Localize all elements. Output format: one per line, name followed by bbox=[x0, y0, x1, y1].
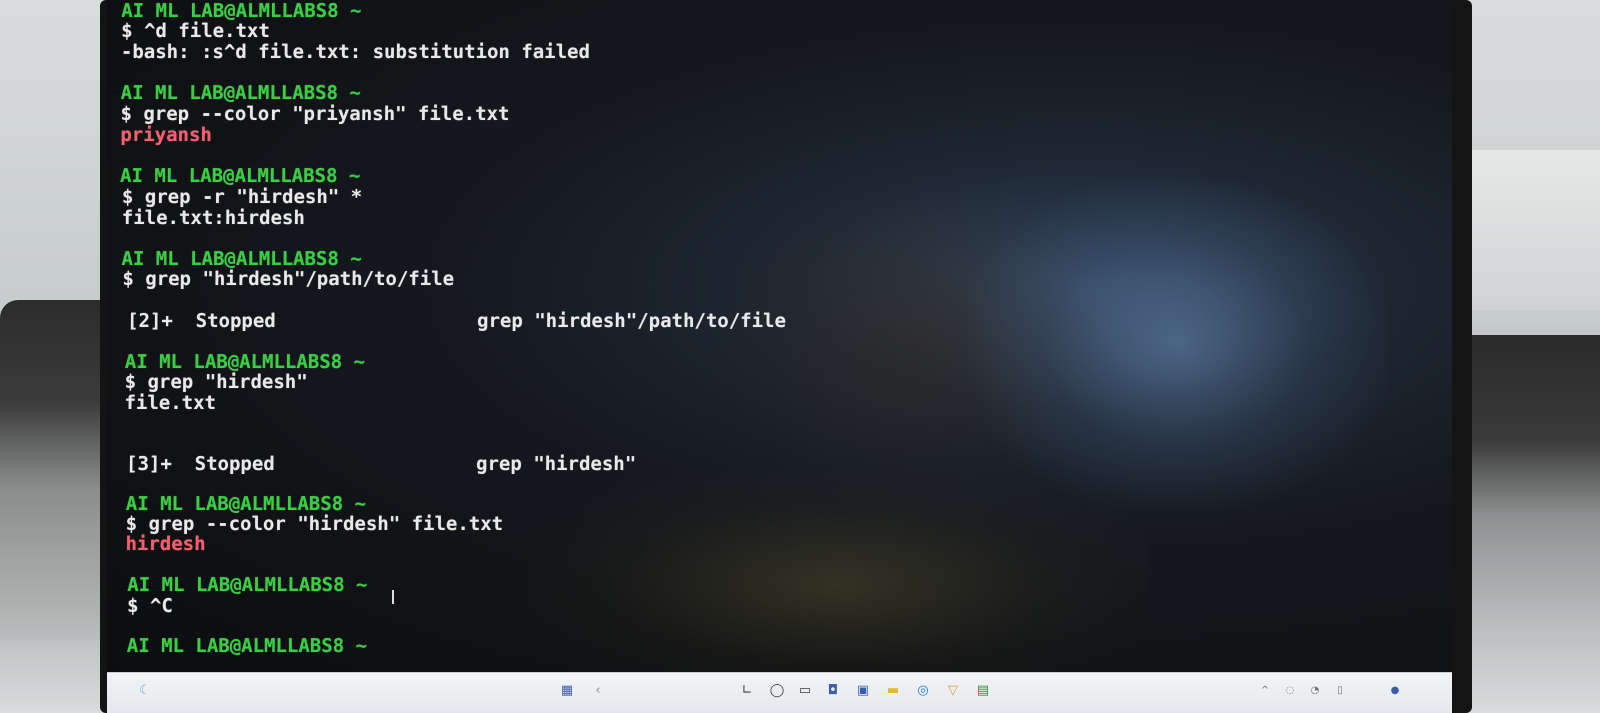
command-line: $ grep "hirdesh"/path/to/file bbox=[122, 268, 455, 290]
prompt-line: AI ML LAB@ALMLLABS8 ~ bbox=[120, 165, 361, 187]
notification-icon[interactable]: ● bbox=[1387, 683, 1403, 699]
prompt-line: AI ML LAB@ALMLLABS8 ~ bbox=[124, 351, 366, 373]
app-icon[interactable]: ▽ bbox=[945, 683, 961, 699]
chevron-left-icon[interactable]: ‹ bbox=[590, 683, 606, 699]
output-line: file.txt:hirdesh bbox=[121, 207, 305, 229]
background-chair-left bbox=[0, 300, 115, 640]
store-icon[interactable]: ◘ bbox=[825, 683, 841, 699]
command-line: $ ^d file.txt bbox=[121, 20, 270, 42]
start-icon[interactable]: ▦ bbox=[559, 683, 575, 699]
match-output-line: hirdesh bbox=[125, 533, 206, 555]
network-icon[interactable]: ◌ bbox=[1282, 683, 1298, 699]
command-line: $ grep --color "hirdesh" file.txt bbox=[125, 513, 504, 535]
task-view-icon[interactable]: ▭ bbox=[797, 683, 813, 699]
command-line: $ grep --color "priyansh" file.txt bbox=[120, 103, 510, 125]
prompt-line: AI ML LAB@ALMLLABS8 ~ bbox=[127, 574, 368, 596]
file-explorer-icon[interactable]: ▬ bbox=[885, 683, 901, 699]
command-line: $ grep "hirdesh" bbox=[124, 371, 308, 393]
background-table bbox=[1470, 150, 1600, 310]
search-icon[interactable]: ∟ bbox=[739, 683, 755, 699]
widgets-icon[interactable]: ▣ bbox=[855, 683, 871, 699]
prompt-line: AI ML LAB@ALMLLABS8 ~ bbox=[126, 635, 368, 657]
battery-icon[interactable]: ▯ bbox=[1332, 683, 1348, 699]
terminal-window[interactable]: AI ML LAB@ALMLLABS8 ~ $ ^d file.txt -bash:… bbox=[107, 0, 1452, 680]
background-chair-right bbox=[1460, 335, 1600, 635]
job-command: grep "hirdesh"/path/to/file bbox=[477, 310, 787, 332]
job-state: [3]+ Stopped bbox=[126, 453, 275, 475]
output-line: file.txt bbox=[124, 392, 217, 414]
command-line: $ ^C bbox=[127, 595, 173, 617]
output-line: -bash: :s^d file.txt: substitution faile… bbox=[120, 41, 591, 63]
mouse-cursor-ibeam bbox=[392, 590, 394, 604]
chat-icon[interactable]: ◯ bbox=[769, 683, 785, 699]
widgets-weather-icon[interactable]: ☾ bbox=[137, 683, 153, 699]
prompt-line: AI ML LAB@ALMLLABS8 ~ bbox=[125, 493, 367, 515]
terminal-icon[interactable]: ▤ bbox=[975, 683, 991, 699]
command-line: $ grep -r "hirdesh" * bbox=[121, 186, 363, 208]
prompt-line: AI ML LAB@ALMLLABS8 ~ bbox=[121, 248, 362, 270]
job-state: [2]+ Stopped bbox=[127, 310, 276, 332]
windows-taskbar[interactable]: ☾ ▦ ‹ ∟ ◯ ▭ ◘ ▣ ▬ ◎ ▽ ▤ ^ ◌ ◔ ▯ ● bbox=[107, 672, 1452, 713]
match-output-line: priyansh bbox=[120, 124, 212, 146]
edge-icon[interactable]: ◎ bbox=[915, 683, 931, 699]
terminal-output[interactable]: AI ML LAB@ALMLLABS8 ~ $ ^d file.txt -bash:… bbox=[117, 0, 1442, 668]
tray-chevron-icon[interactable]: ^ bbox=[1257, 683, 1273, 699]
volume-icon[interactable]: ◔ bbox=[1307, 683, 1323, 699]
prompt-line: AI ML LAB@ALMLLABS8 ~ bbox=[121, 0, 362, 22]
prompt-line: AI ML LAB@ALMLLABS8 ~ bbox=[120, 82, 361, 104]
job-command: grep "hirdesh" bbox=[476, 453, 637, 475]
photo-scene: AI ML LAB@ALMLLABS8 ~ $ ^d file.txt -bash:… bbox=[0, 0, 1600, 713]
